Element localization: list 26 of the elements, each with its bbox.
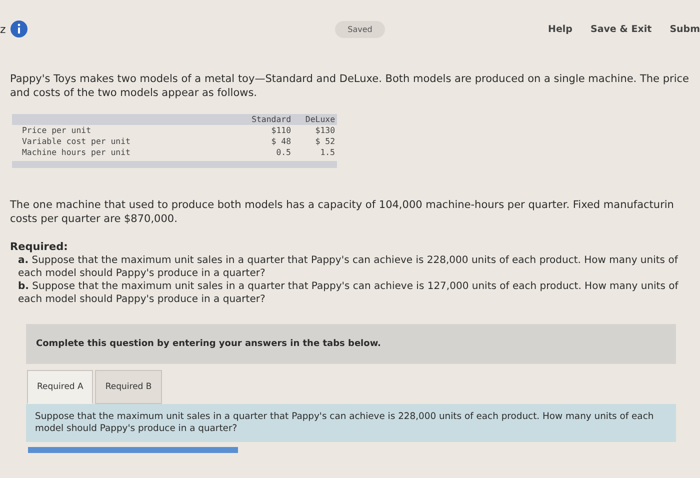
header-link[interactable]: Help xyxy=(548,24,572,34)
requirement-text: a. Suppose that the maximum unit sales in a quarter that Pappy's can achieve is 228,000 units of each product. How many units of each model should Pappy's produce in a quarter? xyxy=(18,254,680,280)
info-icon[interactable] xyxy=(10,20,28,38)
header-text: z xyxy=(0,22,6,36)
table-cell-text: $110 xyxy=(270,125,291,136)
header-link[interactable]: Subm xyxy=(670,24,700,34)
capacity-paragraph: The one machine that used to produce both models has a capacity of 104,000 machine-hours per quarter. Fixed manufacturin costs per quarter are $870,000. xyxy=(10,198,675,226)
table-cell-text: 0.5 xyxy=(275,147,291,158)
row-label: Variable cost per unit xyxy=(22,136,132,147)
column-header: Standard xyxy=(250,114,291,125)
table-cell-text: $ 52 xyxy=(314,136,335,147)
row-label: Price per unit xyxy=(22,125,92,136)
header-link[interactable]: Save & Exit xyxy=(590,24,652,34)
table-cell-text: $130 xyxy=(314,125,335,136)
intro-paragraph: Pappy's Toys makes two models of a metal toy—Standard and DeLuxe. Both models are produced on a single machine. The price and costs of the two models appear as follows. xyxy=(10,72,690,100)
tab[interactable]: Required B xyxy=(95,370,162,404)
saved-badge: Saved xyxy=(334,20,386,38)
question-text: Suppose that the maximum unit sales in a quarter that Pappy's can achieve is 228,000 units of each product. How many units of each model should Pappy's produce in a quarter? xyxy=(35,411,654,434)
row-label: Machine hours per unit xyxy=(22,147,132,158)
tab[interactable]: Required A xyxy=(27,370,94,404)
requirement-text: b. Suppose that the maximum unit sales in a quarter that Pappy's can achieve is 127,000 units of each product. How many units of each model should Pappy's produce in a quarter? xyxy=(18,280,680,306)
column-header: DeLuxe xyxy=(304,114,335,125)
instruction-text: Complete this question by entering your answers in the tabs below. xyxy=(36,339,381,349)
table-cell-text: 1.5 xyxy=(319,147,335,158)
required-heading: Required: xyxy=(10,240,69,254)
table-cell-text: $ 48 xyxy=(270,136,291,147)
